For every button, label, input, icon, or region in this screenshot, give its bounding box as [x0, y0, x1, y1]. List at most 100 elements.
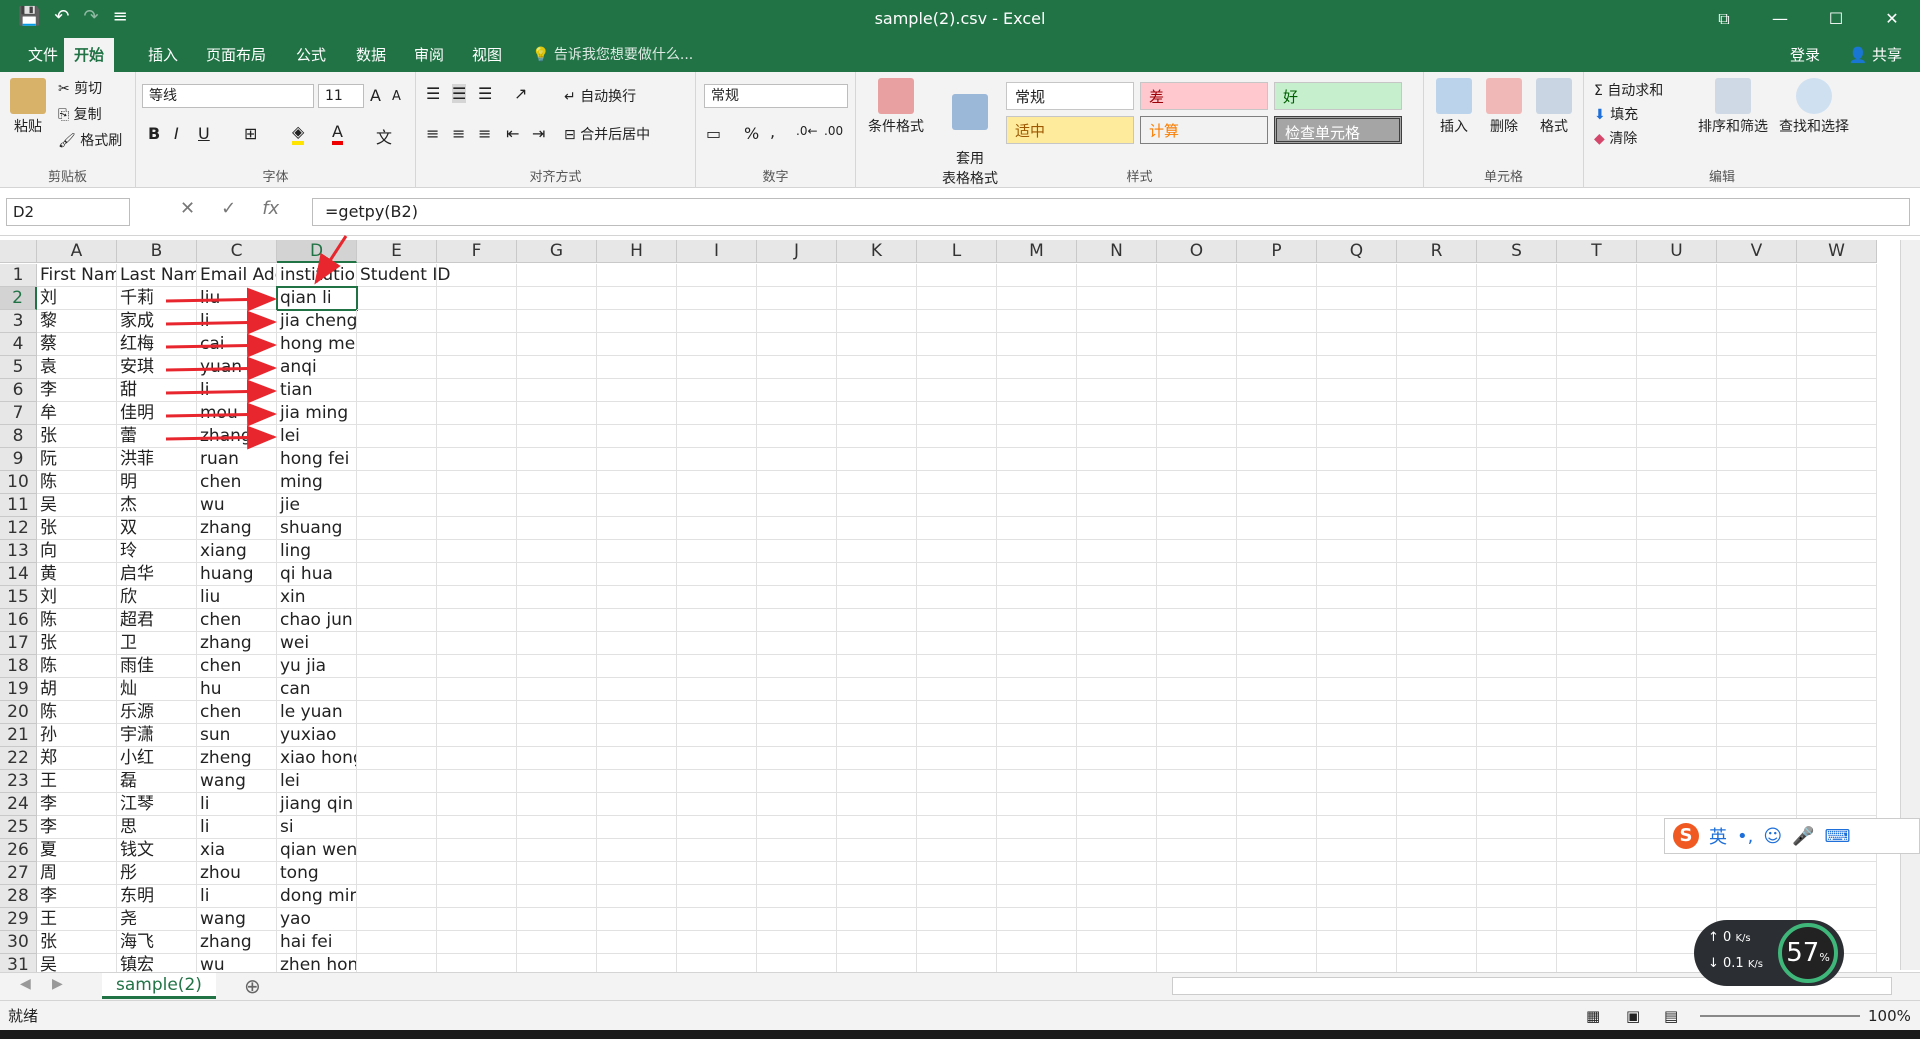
- cell[interactable]: ruan: [197, 448, 277, 471]
- shrink-font-button[interactable]: A: [392, 89, 401, 104]
- cell[interactable]: [517, 333, 597, 356]
- cell[interactable]: 小红: [117, 747, 197, 770]
- style-calculation[interactable]: 计算: [1140, 116, 1268, 144]
- cell[interactable]: [1637, 517, 1717, 540]
- cell[interactable]: [1477, 724, 1557, 747]
- align-center-icon[interactable]: ≡: [452, 124, 465, 143]
- cell[interactable]: [517, 471, 597, 494]
- cell[interactable]: [1637, 747, 1717, 770]
- cell[interactable]: jie: [277, 494, 357, 517]
- cell[interactable]: zheng: [197, 747, 277, 770]
- cell[interactable]: [1637, 402, 1717, 425]
- cell[interactable]: [1077, 563, 1157, 586]
- active-cell[interactable]: qian li: [276, 286, 358, 311]
- cell[interactable]: [677, 908, 757, 931]
- cell[interactable]: [1157, 517, 1237, 540]
- cell[interactable]: [517, 655, 597, 678]
- cell[interactable]: [1477, 264, 1557, 287]
- cell[interactable]: anqi: [277, 356, 357, 379]
- italic-button[interactable]: I: [174, 124, 179, 143]
- cell[interactable]: chen: [197, 609, 277, 632]
- cell[interactable]: [357, 310, 437, 333]
- cell[interactable]: [1637, 793, 1717, 816]
- cell[interactable]: [1157, 839, 1237, 862]
- cell[interactable]: [437, 448, 517, 471]
- cell[interactable]: [357, 885, 437, 908]
- cell[interactable]: [437, 862, 517, 885]
- cell[interactable]: [917, 333, 997, 356]
- cell[interactable]: [677, 379, 757, 402]
- column-header[interactable]: A: [37, 240, 117, 263]
- row-header[interactable]: 30: [0, 931, 37, 954]
- cell[interactable]: [1637, 287, 1717, 310]
- cell[interactable]: [1477, 356, 1557, 379]
- align-bottom-icon[interactable]: ☰: [478, 84, 492, 103]
- cell[interactable]: [677, 793, 757, 816]
- sheet-tab-sample2[interactable]: sample(2): [102, 973, 216, 999]
- cell[interactable]: 王: [37, 770, 117, 793]
- cell[interactable]: [1077, 609, 1157, 632]
- ime-toolbar[interactable]: S 英 •, ☺ 🎤 ⌨: [1664, 818, 1920, 854]
- cell[interactable]: [1477, 379, 1557, 402]
- cell[interactable]: 张: [37, 931, 117, 954]
- cell[interactable]: [1557, 448, 1637, 471]
- punctuation-icon[interactable]: •,: [1737, 826, 1753, 847]
- cell[interactable]: [1797, 724, 1877, 747]
- emoji-icon[interactable]: ☺: [1763, 826, 1782, 847]
- column-header[interactable]: J: [757, 240, 837, 263]
- cell[interactable]: [1717, 862, 1797, 885]
- cell[interactable]: [917, 287, 997, 310]
- row-header[interactable]: 13: [0, 540, 37, 563]
- cell[interactable]: [1157, 816, 1237, 839]
- cell[interactable]: [917, 862, 997, 885]
- cell[interactable]: [1317, 862, 1397, 885]
- cell[interactable]: yuan: [197, 356, 277, 379]
- cell[interactable]: tong: [277, 862, 357, 885]
- cell[interactable]: wang: [197, 908, 277, 931]
- cell[interactable]: [1397, 586, 1477, 609]
- cell[interactable]: [677, 655, 757, 678]
- cell[interactable]: [517, 264, 597, 287]
- row-header[interactable]: 17: [0, 632, 37, 655]
- cell[interactable]: [1237, 517, 1317, 540]
- decrease-indent-icon[interactable]: ⇤: [506, 124, 519, 143]
- cell[interactable]: [597, 747, 677, 770]
- cell[interactable]: [1317, 816, 1397, 839]
- orientation-icon[interactable]: ↗: [514, 84, 527, 103]
- cell[interactable]: [917, 517, 997, 540]
- cell[interactable]: [677, 448, 757, 471]
- cell[interactable]: [517, 379, 597, 402]
- cell[interactable]: [917, 379, 997, 402]
- cell[interactable]: [1717, 678, 1797, 701]
- increase-decimal-icon[interactable]: .0←: [796, 124, 818, 138]
- cell[interactable]: [1237, 724, 1317, 747]
- row-header[interactable]: 23: [0, 770, 37, 793]
- cell[interactable]: [1077, 356, 1157, 379]
- cell[interactable]: [1557, 287, 1637, 310]
- cell[interactable]: [437, 609, 517, 632]
- cell[interactable]: [1717, 770, 1797, 793]
- cell[interactable]: [1637, 333, 1717, 356]
- cell[interactable]: [1397, 540, 1477, 563]
- cell[interactable]: [837, 563, 917, 586]
- cell[interactable]: [597, 517, 677, 540]
- cell[interactable]: 牟: [37, 402, 117, 425]
- vertical-scrollbar[interactable]: [1900, 240, 1920, 970]
- cell[interactable]: [1317, 701, 1397, 724]
- cell[interactable]: [1717, 471, 1797, 494]
- cell[interactable]: [1717, 310, 1797, 333]
- cell[interactable]: [1077, 540, 1157, 563]
- cell[interactable]: [357, 632, 437, 655]
- cell[interactable]: [757, 379, 837, 402]
- cell[interactable]: [1477, 402, 1557, 425]
- cell[interactable]: [757, 747, 837, 770]
- cell[interactable]: [1477, 885, 1557, 908]
- cell[interactable]: [837, 333, 917, 356]
- tab-view[interactable]: 视图: [462, 38, 512, 72]
- zoom-level[interactable]: 100%: [1868, 1001, 1911, 1031]
- cell[interactable]: [1557, 517, 1637, 540]
- fill-button[interactable]: ⬇ 填充: [1594, 104, 1638, 124]
- cell[interactable]: [1077, 701, 1157, 724]
- cell[interactable]: [437, 425, 517, 448]
- cell[interactable]: 周: [37, 862, 117, 885]
